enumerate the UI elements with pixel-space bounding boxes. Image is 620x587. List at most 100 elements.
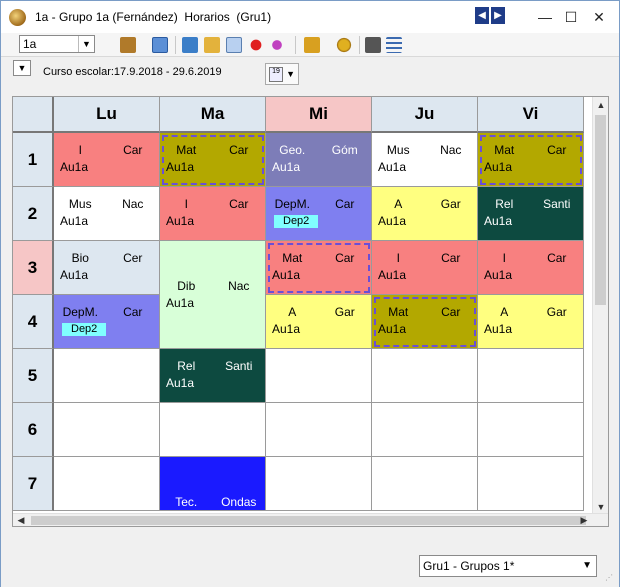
grid-icon[interactable] [152, 37, 168, 53]
timetable-cell[interactable] [372, 403, 478, 457]
lesson-subject: A [394, 197, 403, 211]
binoculars-icon[interactable] [365, 37, 381, 53]
day-header-ju[interactable]: Ju [372, 97, 478, 133]
resize-grip-icon[interactable]: ⋰ [605, 573, 615, 583]
lesson-teacher: Car [123, 305, 143, 319]
collapse-button[interactable]: ▼ [13, 60, 31, 76]
lesson-card[interactable]: Geo. Góm Au1a [266, 133, 372, 187]
lesson-card[interactable]: I Car Au1a [478, 241, 584, 295]
list-icon[interactable] [386, 37, 402, 53]
timetable-cell[interactable] [478, 457, 584, 511]
lesson-card[interactable]: Mus Nac Au1a [54, 187, 160, 241]
lesson-card[interactable]: I Car Au1a [160, 187, 266, 241]
settings-icon[interactable] [304, 37, 320, 53]
lesson-room: Au1a [484, 214, 513, 228]
day-header-mi[interactable]: Mi [266, 97, 372, 133]
calendar-button[interactable]: 19 ▼ [265, 63, 299, 85]
lesson-card[interactable]: Mat Car Au1a [478, 133, 584, 187]
window-title: 1a - Grupo 1a (Fernández) Horarios (Gru1… [35, 10, 272, 24]
timetable-cell[interactable] [372, 349, 478, 403]
horizontal-scroll-thumb[interactable] [31, 516, 586, 525]
period-header-7[interactable]: 7 [13, 457, 54, 511]
gear-icon[interactable] [336, 37, 352, 53]
next-record-button[interactable]: ▶ [491, 7, 505, 24]
timetable-cell[interactable] [266, 403, 372, 457]
maximize-button[interactable]: ☐ [559, 7, 583, 27]
lesson-card[interactable]: A Gar Au1a [478, 295, 584, 349]
lesson-card[interactable]: Mat Car Au1a [266, 241, 372, 295]
lesson-card[interactable]: Rel Santi Au1a [478, 187, 584, 241]
previous-record-button[interactable]: ◀ [475, 7, 489, 24]
timetable-cell[interactable] [54, 457, 160, 511]
horizontal-scrollbar[interactable]: ◀ ▶ [13, 513, 608, 526]
lesson-card[interactable]: Tec.OndasTec1 [160, 457, 266, 515]
lesson-card[interactable]: Mus Nac Au1a [372, 133, 478, 187]
scroll-left-icon[interactable]: ◀ [13, 514, 29, 526]
lesson-card[interactable]: Mat Car Au1a [372, 295, 478, 349]
timetable-cell[interactable] [54, 349, 160, 403]
lesson-teacher: Car [229, 143, 249, 157]
period-header-4[interactable]: 4 [13, 295, 54, 349]
lesson-card[interactable]: DepM. Car Dep2 [54, 295, 160, 349]
lesson-teacher: Gar [440, 197, 461, 211]
chevron-down-icon[interactable]: ▼ [78, 36, 94, 52]
lesson-room: Au1a [378, 214, 407, 228]
lesson-room: Au1a [166, 160, 195, 174]
period-header-5[interactable]: 5 [13, 349, 54, 403]
period-header-6[interactable]: 6 [13, 403, 54, 457]
lesson-card[interactable]: Dib Nac Au1a [160, 241, 266, 349]
lesson-teacher: Car [547, 143, 567, 157]
timetable-cell[interactable] [478, 349, 584, 403]
timetable-cell[interactable] [478, 403, 584, 457]
lesson-card[interactable]: I Car Au1a [372, 241, 478, 295]
period-header-3[interactable]: 3 [13, 241, 54, 295]
lesson-room: Au1a [272, 160, 301, 174]
timetable-cell[interactable] [266, 457, 372, 511]
minimize-button[interactable]: — [533, 7, 557, 27]
day-header-vi[interactable]: Vi [478, 97, 584, 133]
pin-icon[interactable] [248, 37, 264, 53]
vertical-scrollbar[interactable]: ▲ ▼ [592, 97, 608, 515]
class-select-value: 1a [23, 37, 37, 51]
group-icon[interactable] [269, 37, 285, 53]
lesson-subject: I [396, 251, 400, 265]
timetable-cell[interactable] [266, 349, 372, 403]
lesson-subject: Dib [177, 279, 196, 293]
close-button[interactable]: ✕ [587, 7, 611, 27]
timetable-cell[interactable] [372, 457, 478, 511]
lesson-teacher: Car [335, 197, 355, 211]
scroll-up-icon[interactable]: ▲ [593, 97, 608, 113]
lesson-card[interactable]: Bio Cer Au1a [54, 241, 160, 295]
vertical-scroll-thumb[interactable] [595, 115, 606, 305]
lesson-card[interactable]: A Gar Au1a [372, 187, 478, 241]
lesson-card[interactable]: Mat Car Au1a [160, 133, 266, 187]
period-header-2[interactable]: 2 [13, 187, 54, 241]
lesson-card[interactable]: DepM. Car Dep2 [266, 187, 372, 241]
timetable-cell[interactable] [160, 403, 266, 457]
lesson-room: Au1a [484, 268, 513, 282]
lock-icon[interactable] [204, 37, 220, 53]
lesson-room: Au1a [166, 296, 195, 310]
lesson-teacher: Car [335, 251, 355, 265]
day-header-ma[interactable]: Ma [160, 97, 266, 133]
lesson-card[interactable]: I Car Au1a [54, 133, 160, 187]
people-icon[interactable] [120, 37, 136, 53]
day-header-lu[interactable]: Lu [54, 97, 160, 133]
scroll-right-icon[interactable]: ▶ [576, 514, 592, 526]
lesson-card[interactable]: Rel Santi Au1a [160, 349, 266, 403]
period-header-1[interactable]: 1 [13, 133, 54, 187]
calendar-icon: 19 [269, 67, 283, 82]
timetable-cell[interactable] [54, 403, 160, 457]
toolbar: 1a ▼ [1, 33, 619, 57]
group-select[interactable]: Gru1 - Grupos 1* ▼ [419, 555, 597, 577]
class-select[interactable]: 1a ▼ [19, 35, 95, 53]
edit-icon[interactable] [226, 37, 242, 53]
toolbar-separator [359, 36, 360, 54]
lesson-room: Au1a [378, 268, 407, 282]
lesson-subject: I [184, 197, 188, 211]
lesson-teacher: Gar [334, 305, 355, 319]
import-icon[interactable] [182, 37, 198, 53]
lesson-card[interactable]: A Gar Au1a [266, 295, 372, 349]
lesson-room: Au1a [378, 160, 407, 174]
lesson-room: Au1a [166, 376, 195, 390]
